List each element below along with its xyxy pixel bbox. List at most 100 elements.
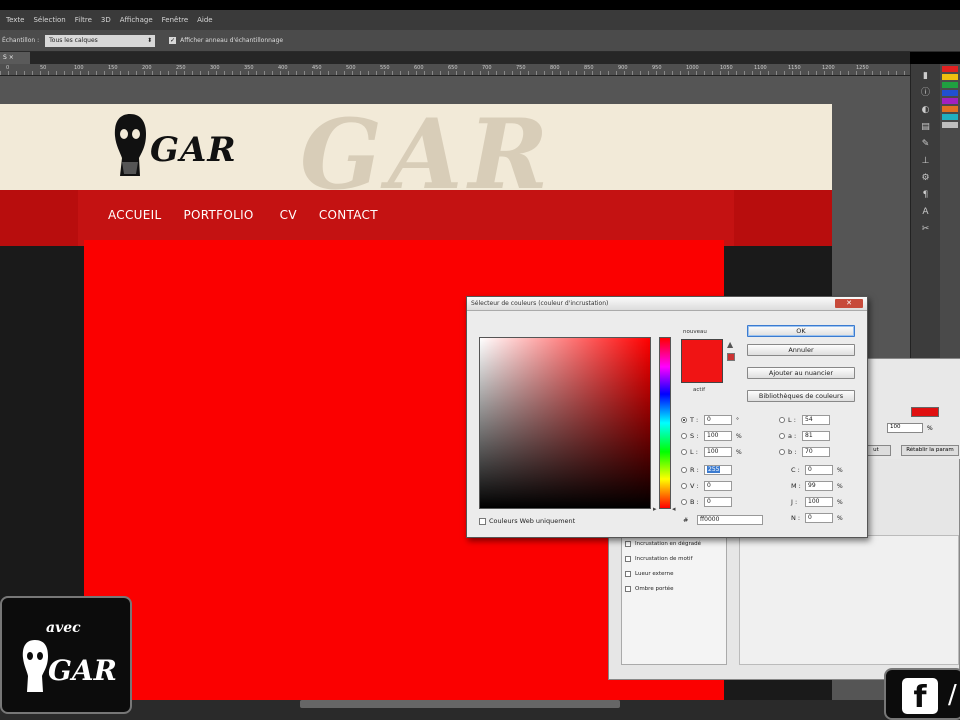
menu-affichage[interactable]: Affichage <box>120 16 153 24</box>
gamut-warning-icon[interactable]: ▲ <box>727 341 735 349</box>
tools-icon[interactable]: ✂ <box>919 224 933 234</box>
color-libraries-button[interactable]: Bibliothèques de couleurs <box>747 390 855 402</box>
layer-style-reset-button[interactable]: Rétablir la param <box>901 445 959 456</box>
facebook-icon[interactable]: f <box>902 678 938 715</box>
swatches-panel <box>940 64 960 364</box>
menu-filtre[interactable]: Filtre <box>75 16 92 24</box>
ruler-tick: 850 <box>584 65 594 71</box>
nav-cv[interactable]: CV <box>280 208 297 222</box>
info-icon[interactable]: ⓘ <box>919 88 933 98</box>
list-item[interactable]: Incrustation en dégradé <box>622 536 726 551</box>
layers-icon[interactable]: ▤ <box>919 122 933 132</box>
red-input-value: 255 <box>707 466 721 473</box>
menu-fenetre[interactable]: Fenêtre <box>162 16 188 24</box>
paragraph-icon[interactable]: ¶ <box>919 190 933 200</box>
layer-style-color-swatch[interactable] <box>911 407 939 417</box>
ok-button[interactable]: OK <box>747 325 855 337</box>
stamp-icon[interactable]: ⊥ <box>919 156 933 166</box>
histogram-icon[interactable]: ▮ <box>919 71 933 81</box>
swatch[interactable] <box>942 106 958 112</box>
field-saturation: S : 100 % <box>681 431 742 441</box>
ruler-tick: 150 <box>108 65 118 71</box>
radio-blue[interactable] <box>681 499 687 505</box>
swatch[interactable] <box>942 74 958 80</box>
nav-accueil[interactable]: ACCUEIL <box>108 208 161 222</box>
hue-slider[interactable] <box>659 337 671 509</box>
close-icon[interactable]: ✕ <box>835 299 863 308</box>
field-hue: T : 0 ° <box>681 415 739 425</box>
settings-icon[interactable]: ⚙ <box>919 173 933 183</box>
brightness-input[interactable]: 100 <box>704 447 732 457</box>
nav-portfolio[interactable]: PORTFOLIO <box>183 208 253 222</box>
hue-input[interactable]: 0 <box>704 415 732 425</box>
lab-l-input[interactable]: 54 <box>802 415 830 425</box>
hex-input[interactable]: ff0000 <box>697 515 763 525</box>
swatch[interactable] <box>942 90 958 96</box>
sample-select[interactable]: Tous les calques ⬍ <box>45 34 156 47</box>
header-ghost-logo: GAR <box>300 104 555 190</box>
lab-b-input[interactable]: 70 <box>802 447 830 457</box>
radio-brightness[interactable] <box>681 449 687 455</box>
menu-selection[interactable]: Sélection <box>33 16 65 24</box>
list-item[interactable]: Lueur externe <box>622 566 726 581</box>
horizontal-scrollbar[interactable] <box>300 700 620 708</box>
checkbox[interactable] <box>625 570 631 577</box>
radio-lab-l[interactable] <box>779 417 785 423</box>
radio-red[interactable] <box>681 467 687 473</box>
radio-lab-b[interactable] <box>779 449 785 455</box>
ruler-tick: 50 <box>40 65 47 71</box>
hue-slider-arrow-left-icon[interactable]: ▸ <box>653 505 657 513</box>
document-tab[interactable]: S × <box>0 52 30 64</box>
blue-input[interactable]: 0 <box>704 497 732 507</box>
field-blue: B : 0 <box>681 497 732 507</box>
swatch[interactable] <box>942 122 958 128</box>
field-lab-a-label: a : <box>788 432 797 440</box>
web-safe-warning-icon[interactable] <box>727 353 735 361</box>
menu-aide[interactable]: Aide <box>197 16 212 24</box>
opacity-unit: % <box>927 425 933 432</box>
red-input[interactable]: 255 <box>704 465 732 475</box>
swatch[interactable] <box>942 98 958 104</box>
radio-lab-a[interactable] <box>779 433 785 439</box>
field-hex: # ff0000 <box>683 515 763 525</box>
checkbox[interactable] <box>625 555 631 562</box>
layer-style-opacity-input[interactable]: 100 <box>887 423 923 433</box>
web-colors-only-option[interactable]: Couleurs Web uniquement <box>479 517 575 525</box>
field-cyan-unit: % <box>837 466 843 474</box>
cancel-button[interactable]: Annuler <box>747 344 855 356</box>
lab-a-input[interactable]: 81 <box>802 431 830 441</box>
menu-3d[interactable]: 3D <box>101 16 111 24</box>
black-input[interactable]: 0 <box>805 513 833 523</box>
mask-logo-icon <box>114 114 146 176</box>
ruler-tick: 550 <box>380 65 390 71</box>
ruler-tick: 450 <box>312 65 322 71</box>
saturation-input[interactable]: 100 <box>704 431 732 441</box>
letterbox-top <box>0 0 960 10</box>
adjust-icon[interactable]: ◐ <box>919 105 933 115</box>
checkbox[interactable] <box>625 540 631 547</box>
type-icon[interactable]: A <box>919 207 933 217</box>
menu-texte[interactable]: Texte <box>6 16 24 24</box>
nav-contact[interactable]: CONTACT <box>319 208 378 222</box>
ruler-tick: 700 <box>482 65 492 71</box>
swatch[interactable] <box>942 66 958 72</box>
radio-hue[interactable] <box>681 417 687 423</box>
brush-icon[interactable]: ✎ <box>919 139 933 149</box>
add-to-swatches-button[interactable]: Ajouter au nuancier <box>747 367 855 379</box>
hue-slider-arrow-right-icon[interactable]: ◂ <box>672 505 676 513</box>
green-input[interactable]: 0 <box>704 481 732 491</box>
saturation-value-field[interactable] <box>479 337 651 509</box>
magenta-input[interactable]: 99 <box>805 481 833 491</box>
show-ring-checkbox[interactable]: ✓ <box>169 37 177 44</box>
list-item[interactable]: Ombre portée <box>622 581 726 596</box>
swatch[interactable] <box>942 114 958 120</box>
radio-green[interactable] <box>681 483 687 489</box>
yellow-input[interactable]: 100 <box>805 497 833 507</box>
list-item[interactable]: Incrustation de motif <box>622 551 726 566</box>
field-green: V : 0 <box>681 481 732 491</box>
web-colors-only-checkbox[interactable] <box>479 517 486 525</box>
swatch[interactable] <box>942 82 958 88</box>
checkbox[interactable] <box>625 585 631 592</box>
cyan-input[interactable]: 0 <box>805 465 833 475</box>
radio-saturation[interactable] <box>681 433 687 439</box>
